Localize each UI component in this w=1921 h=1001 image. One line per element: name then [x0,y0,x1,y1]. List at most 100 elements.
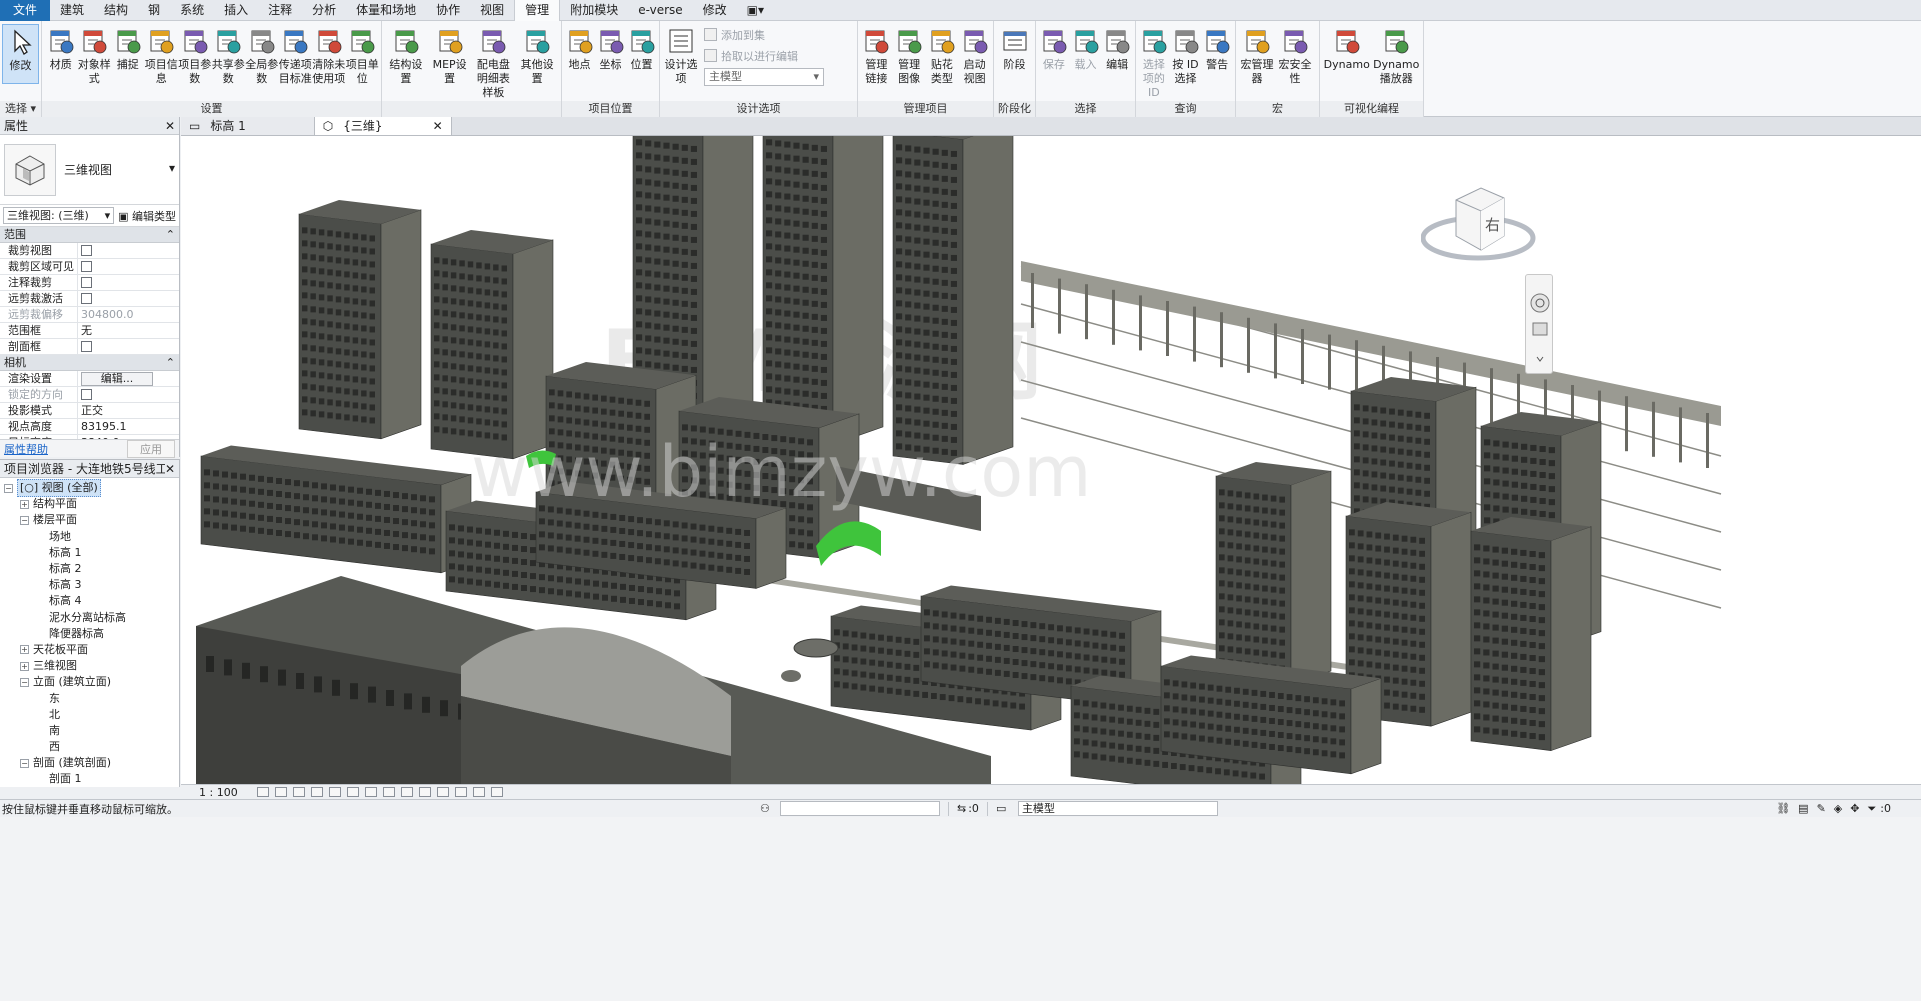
selection-0-button[interactable]: 保存 [1038,24,1070,72]
browser-node[interactable]: + 三维视图 [0,658,179,674]
expand-icon[interactable]: + [20,499,29,509]
browser-node[interactable]: 东 [0,690,179,706]
properties-help-link[interactable]: 属性帮助 [4,441,48,457]
property-group-header[interactable]: 范围 ⌃ [0,227,179,243]
lock-3d-view-icon[interactable] [383,787,395,797]
edit-type-button[interactable]: ▣ 编辑类型 [118,208,176,224]
menu-tab-9[interactable]: 协作 [426,0,470,21]
constraints-icon[interactable] [491,787,503,797]
settings-1-button[interactable]: 对象样式 [78,24,112,86]
property-checkbox[interactable] [81,245,92,256]
location-0-button[interactable]: 地点 [564,24,595,72]
visual-style-icon[interactable] [275,787,287,797]
macros-1-button[interactable]: 宏安全性 [1276,24,1314,86]
collapse-icon[interactable]: − [20,758,29,768]
analytical-model-icon[interactable] [455,787,467,797]
manage-project-1-button[interactable]: 管理图像 [893,24,926,86]
menu-tab-6[interactable]: 注释 [258,0,302,21]
render-settings-edit-button[interactable]: 编辑... [81,372,153,386]
expand-icon[interactable]: + [20,661,29,671]
worksharing-display-icon[interactable] [437,787,449,797]
settings-extra-2-button[interactable]: 配电盘明细表样板 [472,24,516,100]
menu-tab-10[interactable]: 视图 [470,0,514,21]
select-links-icon[interactable]: ⛓ [1776,802,1790,815]
property-checkbox[interactable] [81,261,92,272]
menu-tab-3[interactable]: 钢 [138,0,170,21]
browser-node[interactable]: 南 [0,723,179,739]
property-value[interactable]: 83195.1 [81,420,127,433]
browser-node[interactable]: 标高 4 [0,593,179,609]
close-icon[interactable]: ✕ [165,460,175,477]
quick-access-toggle-icon[interactable]: ▣▾ [737,0,774,21]
highlight-displacement-icon[interactable] [473,787,485,797]
menu-tab-11[interactable]: 管理 [514,0,561,21]
sun-path-icon[interactable] [293,787,305,797]
browser-node[interactable]: 场地 [0,529,179,545]
building-model-scene[interactable]: BIM资源网www.bimzyw.com [181,136,1921,784]
temporary-hide-icon[interactable] [401,787,413,797]
settings-6-button[interactable]: 全局参数 [245,24,279,86]
browser-node[interactable]: − [○] 视图 (全部) [0,479,179,498]
menu-tab-12[interactable]: 附加模块 [560,0,628,21]
selection-1-button[interactable]: 载入 [1070,24,1102,72]
property-checkbox[interactable] [81,293,92,304]
expand-icon[interactable]: + [20,645,29,655]
modify-button[interactable]: 修改 [2,24,39,84]
reveal-hidden-icon[interactable] [419,787,431,797]
view-instance-selector[interactable]: 三维视图: (三维) ▾ [3,207,115,224]
settings-extra-1-button[interactable]: MEP设置 [428,24,472,86]
collapse-icon[interactable]: − [20,515,29,525]
macros-0-button[interactable]: 宏管理器 [1238,24,1276,86]
add-to-set-button[interactable]: 添加到集 [704,26,846,43]
location-2-button[interactable]: 位置 [626,24,657,72]
filter-icon[interactable]: ⏷ [1867,802,1876,816]
menu-tab-4[interactable]: 系统 [170,0,214,21]
settings-5-button[interactable]: 共享参数 [212,24,246,86]
three-d-viewport[interactable]: BIM资源网www.bimzyw.com 右 [181,136,1921,784]
property-value[interactable]: 无 [81,324,92,337]
browser-node[interactable]: 剖面 1 [0,771,179,787]
browser-node[interactable]: − 立面 (建筑立面) [0,674,179,690]
detail-level-icon[interactable] [257,787,269,797]
browser-node[interactable]: − 楼层平面 [0,512,179,528]
property-group-header[interactable]: 相机 ⌃ [0,355,179,371]
browser-node[interactable]: + 天花板平面 [0,642,179,658]
menu-tab-1[interactable]: 建筑 [50,0,94,21]
property-checkbox[interactable] [81,277,92,288]
browser-node[interactable]: 标高 2 [0,561,179,577]
selection-2-button[interactable]: 编辑 [1101,24,1133,72]
collapse-icon[interactable]: − [20,677,29,687]
dynamo-0-button[interactable]: Dynamo [1322,24,1372,72]
drag-elements-icon[interactable]: ✥ [1850,802,1859,815]
rendering-icon[interactable] [329,787,341,797]
close-icon[interactable]: ✕ [433,118,443,135]
design-option-status-combo[interactable]: 主模型 [1017,801,1218,816]
manage-project-3-button[interactable]: 启动视图 [958,24,991,86]
browser-node[interactable]: + 结构平面 [0,496,179,512]
select-by-face-icon[interactable]: ◈ [1834,802,1842,815]
settings-extra-3-button[interactable]: 其他设置 [515,24,559,86]
pick-to-edit-button[interactable]: 拾取以进行编辑 [704,47,846,64]
location-1-button[interactable]: 坐标 [595,24,626,72]
inquiry-1-button[interactable]: 按 ID 选择 [1170,24,1202,86]
menu-tab-13[interactable]: e-verse [628,0,692,21]
dynamo-1-button[interactable]: Dynamo播放器 [1372,24,1422,86]
collapse-icon[interactable]: ⌃ [166,227,175,242]
settings-extra-0-button[interactable]: 结构设置 [384,24,428,86]
crop-view-icon[interactable] [347,787,359,797]
view-tab[interactable]: ▭ 标高 1 [181,117,315,135]
design-options-button[interactable]: 设计选项 [662,24,700,86]
settings-8-button[interactable]: 清除未使用项 [312,24,346,86]
select-underlay-icon[interactable]: ▤ [1798,802,1808,815]
apply-button[interactable]: 应用 [127,439,175,458]
settings-0-button[interactable]: 材质 [44,24,78,72]
inquiry-2-button[interactable]: 警告 [1201,24,1233,72]
settings-9-button[interactable]: 项目单位 [346,24,380,86]
browser-node[interactable]: 标高 3 [0,577,179,593]
view-scale[interactable]: 1 : 100 [199,786,251,799]
show-crop-region-icon[interactable] [365,787,377,797]
close-icon[interactable]: ✕ [165,117,175,134]
manage-project-0-button[interactable]: 管理链接 [860,24,893,86]
collapse-icon[interactable]: − [4,483,13,493]
browser-node[interactable]: 泥水分离站标高 [0,610,179,626]
